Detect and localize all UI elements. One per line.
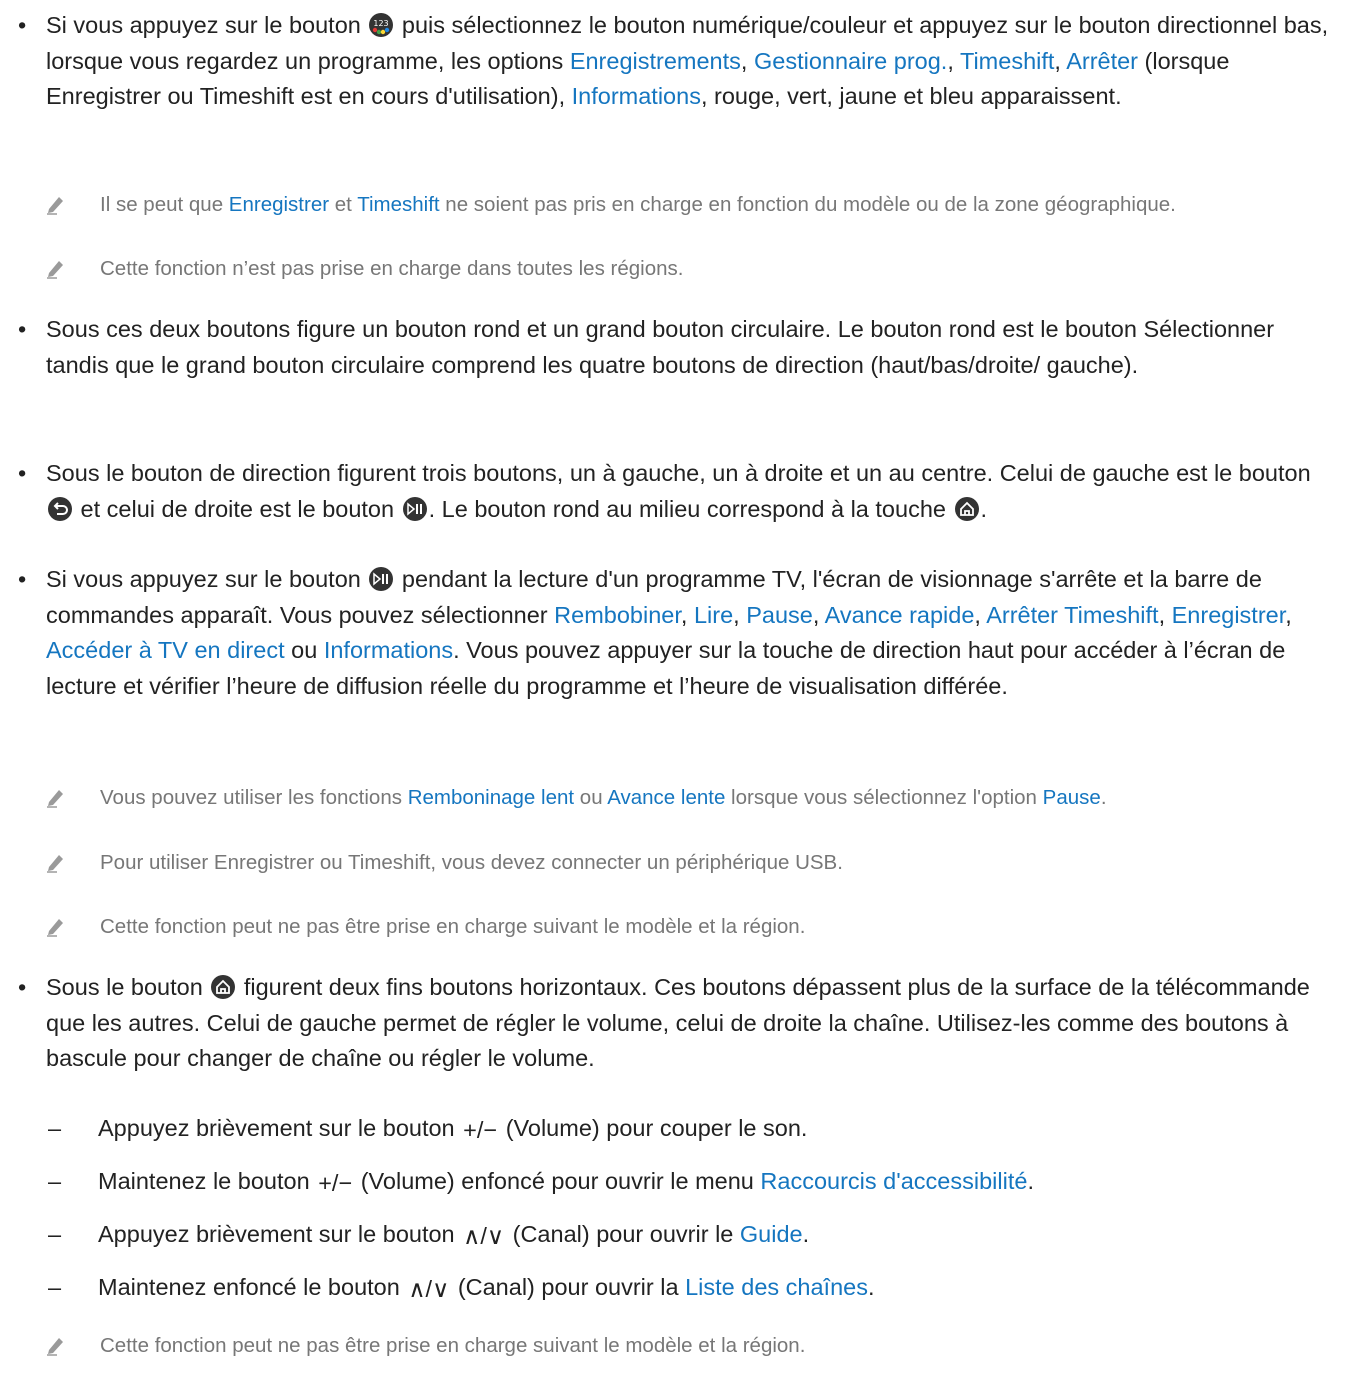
link-gestionnaire-prog[interactable]: Gestionnaire prog. <box>754 48 947 74</box>
note-regions: Cette fonction n’est pas prise en charge… <box>100 254 1350 284</box>
bullet-dot: • <box>18 566 27 592</box>
dash-mark: – <box>48 1115 62 1141</box>
note-enregistrer-timeshift: Il se peut que Enregistrer et Timeshift … <box>100 190 1350 220</box>
note-modele-region: Cette fonction peut ne pas être prise en… <box>100 912 1350 942</box>
bullet-text: Si vous appuyez sur le bouton 123 puis s… <box>46 12 1329 109</box>
bullet-text: Sous le bouton de direction figurent tro… <box>46 460 1311 522</box>
link-rembobiner[interactable]: Rembobiner <box>554 602 681 628</box>
svg-text:123: 123 <box>374 19 389 28</box>
bullet-dot: • <box>18 316 27 342</box>
link-acceder-tv-direct[interactable]: Accéder à TV en direct <box>46 637 285 663</box>
dash-item-channel-guide: – Appuyez brièvement sur le bouton ∧/∨ (C… <box>48 1217 809 1253</box>
play-pause-button-icon <box>402 496 427 521</box>
play-pause-button-icon <box>369 567 394 591</box>
pencil-note-icon <box>45 786 67 808</box>
pencil-note-icon <box>45 1334 67 1356</box>
link-informations[interactable]: Informations <box>324 637 453 663</box>
channel-up-down-icon: ∧/∨ <box>463 1223 505 1249</box>
back-button-icon <box>48 496 72 521</box>
link-pause[interactable]: Pause <box>1043 786 1101 809</box>
dash-mark: – <box>48 1168 62 1194</box>
bullet-text: Si vous appuyez sur le bouton pendant la… <box>46 566 1292 699</box>
bullet-dot: • <box>18 12 27 38</box>
channel-up-down-icon: ∧/∨ <box>408 1276 450 1302</box>
note-modele-region: Cette fonction peut ne pas être prise en… <box>100 1331 1350 1361</box>
link-liste-chaines[interactable]: Liste des chaînes <box>685 1274 868 1300</box>
link-avance-lente[interactable]: Avance lente <box>607 786 725 809</box>
bullet-text: Sous le bouton figurent deux fins bouton… <box>46 974 1310 1071</box>
link-lire[interactable]: Lire <box>694 602 733 628</box>
bullet-dot: • <box>18 460 27 486</box>
pencil-note-icon <box>45 851 67 873</box>
link-arreter[interactable]: Arrêter <box>1066 48 1138 74</box>
link-remboninage-lent[interactable]: Remboninage lent <box>408 786 574 809</box>
link-informations[interactable]: Informations <box>572 83 701 109</box>
link-guide[interactable]: Guide <box>740 1221 803 1247</box>
link-raccourcis-accessibilite[interactable]: Raccourcis d'accessibilité <box>760 1168 1027 1194</box>
home-button-icon <box>954 496 979 521</box>
dash-mark: – <box>48 1221 62 1247</box>
link-enregistrer[interactable]: Enregistrer <box>229 193 329 216</box>
volume-plus-minus-icon: +/− <box>463 1117 498 1143</box>
dash-item-volume-mute: – Appuyez brièvement sur le bouton +/− (V… <box>48 1111 807 1147</box>
bullet-dot: • <box>18 974 27 1000</box>
note-rembobinage-lent: Vous pouvez utiliser les fonctions Rembo… <box>100 783 1350 813</box>
note-usb: Pour utiliser Enregistrer ou Timeshift, … <box>100 848 1350 878</box>
link-avance-rapide[interactable]: Avance rapide <box>825 602 975 628</box>
pencil-note-icon <box>45 257 67 279</box>
link-timeshift[interactable]: Timeshift <box>357 193 439 216</box>
link-enregistrer[interactable]: Enregistrer <box>1172 602 1286 628</box>
link-arreter-timeshift[interactable]: Arrêter Timeshift <box>986 602 1158 628</box>
home-button-icon <box>211 975 236 999</box>
dash-mark: – <box>48 1274 62 1300</box>
dash-item-channel-list: – Maintenez enfoncé le bouton ∧/∨ (Canal)… <box>48 1270 875 1306</box>
pencil-note-icon <box>45 193 67 215</box>
color-numeric-button-icon: 123 <box>369 13 394 37</box>
link-pause[interactable]: Pause <box>746 602 813 628</box>
volume-plus-minus-icon: +/− <box>318 1170 353 1196</box>
bullet-text: Sous ces deux boutons figure un bouton r… <box>46 316 1275 378</box>
link-enregistrements[interactable]: Enregistrements <box>570 48 741 74</box>
link-timeshift[interactable]: Timeshift <box>960 48 1054 74</box>
dash-item-volume-hold: – Maintenez le bouton +/− (Volume) enfonc… <box>48 1164 1034 1200</box>
pencil-note-icon <box>45 915 67 937</box>
